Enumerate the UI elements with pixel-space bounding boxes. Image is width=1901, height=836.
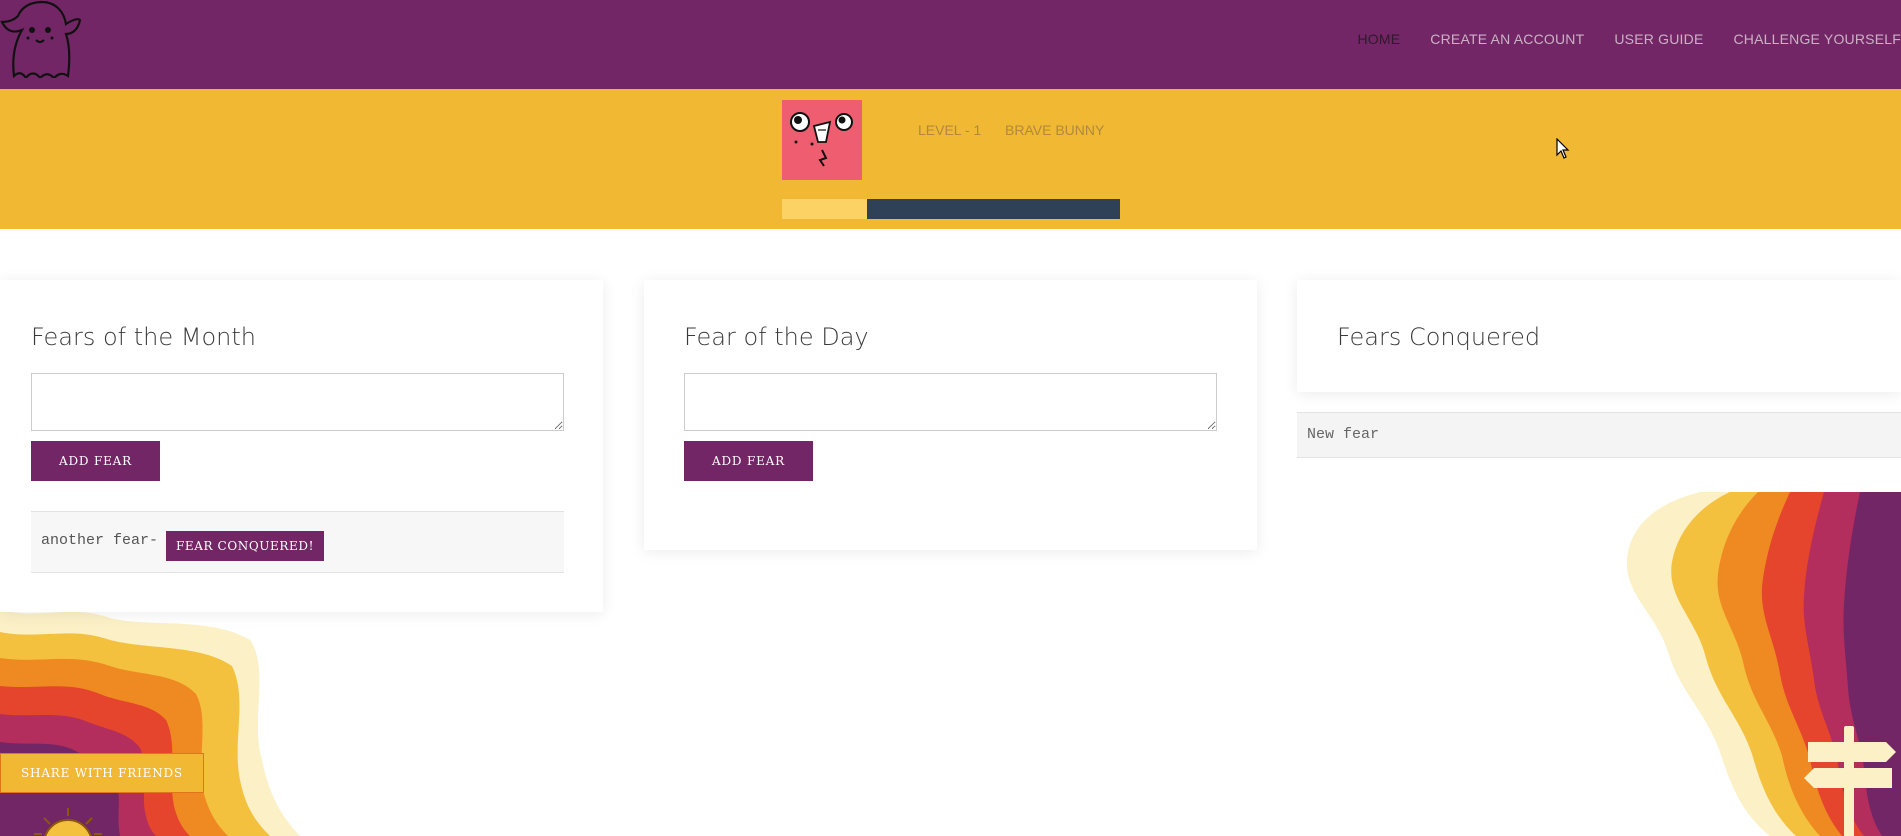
day-fear-input[interactable] <box>684 373 1217 431</box>
list-item: New fear <box>1297 412 1901 458</box>
fear-of-the-day-card: Fear of the Day ADD FEAR <box>644 280 1257 550</box>
conquered-fear-text: New fear <box>1307 426 1380 443</box>
month-add-fear-button[interactable]: ADD FEAR <box>31 441 160 481</box>
sun-icon <box>34 808 102 836</box>
day-add-fear-button[interactable]: ADD FEAR <box>684 441 813 481</box>
ghost-logo-icon[interactable] <box>0 0 82 78</box>
level-banner: LEVEL - 1 BRAVE BUNNY <box>0 89 1901 229</box>
fear-of-the-day-title: Fear of the Day <box>684 323 869 351</box>
signpost-icon <box>1804 726 1896 836</box>
badge-label: BRAVE BUNNY <box>1005 122 1105 138</box>
fear-item-text: another fear- <box>41 532 159 549</box>
list-item: another fear- FEAR CONQUERED! <box>31 511 564 573</box>
navbar: HOME CREATE AN ACCOUNT USER GUIDE CHALLE… <box>0 0 1901 89</box>
nav-create-account[interactable]: CREATE AN ACCOUNT <box>1430 31 1584 47</box>
fear-conquered-button[interactable]: FEAR CONQUERED! <box>166 531 324 561</box>
fears-of-the-month-card: Fears of the Month ADD FEAR another fear… <box>0 280 603 612</box>
fears-conquered-card: Fears Conquered <box>1297 280 1901 392</box>
nav-links: HOME CREATE AN ACCOUNT USER GUIDE CHALLE… <box>1327 31 1901 47</box>
page: HOME CREATE AN ACCOUNT USER GUIDE CHALLE… <box>0 0 1901 836</box>
nav-home[interactable]: HOME <box>1357 31 1400 47</box>
level-label: LEVEL - 1 <box>918 122 982 138</box>
nav-user-guide[interactable]: USER GUIDE <box>1614 31 1703 47</box>
wave-decoration-left <box>0 610 300 836</box>
cursor-icon <box>1556 138 1570 159</box>
fears-conquered-title: Fears Conquered <box>1337 323 1541 351</box>
fears-of-the-month-title: Fears of the Month <box>31 323 256 351</box>
face-avatar-icon <box>782 100 862 180</box>
level-progress-bar <box>782 199 1120 219</box>
share-with-friends-button[interactable]: SHARE WITH FRIENDS <box>0 753 204 793</box>
nav-challenge-yourself[interactable]: CHALLENGE YOURSELF <box>1733 31 1901 47</box>
level-progress-fill <box>782 199 867 219</box>
month-fear-input[interactable] <box>31 373 564 431</box>
